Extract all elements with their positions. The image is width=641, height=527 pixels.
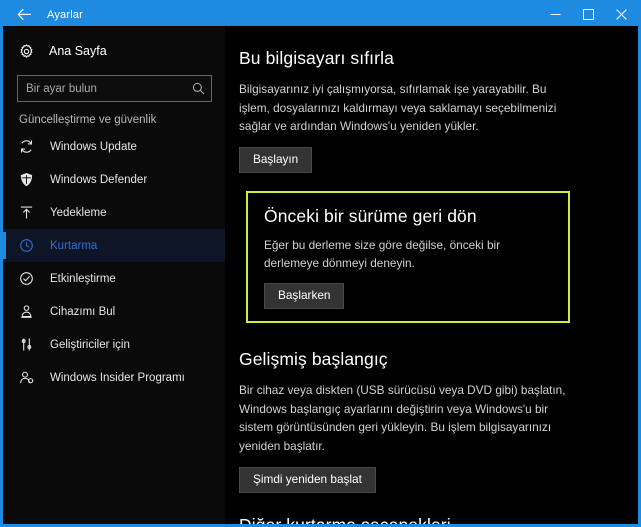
sidebar-label: Windows Defender <box>50 173 148 186</box>
check-circle-icon <box>19 271 45 286</box>
sidebar-label: Etkinleştirme <box>50 272 116 285</box>
window-title: Ayarlar <box>47 8 84 21</box>
sidebar-item-etkinlestirme[interactable]: Etkinleştirme <box>3 262 225 295</box>
shield-icon <box>19 172 45 187</box>
window-controls <box>539 3 638 26</box>
close-button[interactable] <box>605 3 638 26</box>
title-bar: Ayarlar <box>3 3 638 26</box>
back-arrow-icon <box>16 8 32 21</box>
section-description: Eğer bu derleme size göre değilse, öncek… <box>264 237 501 271</box>
sidebar: Ana Sayfa Güncelleştirme ve güvenlik <box>3 26 225 524</box>
minimize-button[interactable] <box>539 3 572 26</box>
section-advanced-startup: Gelişmiş başlangıç Bir cihaz veya diskte… <box>239 349 616 493</box>
sidebar-label: Kurtarma <box>50 239 98 252</box>
settings-window: Ayarlar Ana Sayfa Bir ayar bulun Güncell… <box>0 0 641 527</box>
maximize-icon <box>583 9 594 20</box>
section-reset-pc: Bu bilgisayarı sıfırla Bilgisayarınız iy… <box>239 48 616 173</box>
close-icon <box>616 9 627 20</box>
sidebar-home-label: Ana Sayfa <box>49 44 107 58</box>
sidebar-label: Windows Update <box>50 140 137 153</box>
maximize-button[interactable] <box>572 3 605 26</box>
sidebar-label: Windows Insider Programı <box>50 371 185 384</box>
sidebar-group-title: Güncelleştirme ve güvenlik <box>19 114 157 126</box>
sidebar-item-windows-insider-programi[interactable]: Windows Insider Programı <box>3 361 225 394</box>
section-description: Bir cihaz veya diskten (USB sürücüsü vey… <box>239 383 566 453</box>
section-title: Önceki bir sürüme geri dön <box>264 205 477 226</box>
main-content: Bu bilgisayarı sıfırla Bilgisayarınız iy… <box>225 26 638 524</box>
clock-history-icon <box>19 238 45 253</box>
section-title: Bu bilgisayarı sıfırla <box>239 48 394 68</box>
sidebar-item-cihazimi-bul[interactable]: Cihazımı Bul <box>3 295 225 328</box>
search-box[interactable] <box>17 75 212 102</box>
sidebar-label: Cihazımı Bul <box>50 305 116 318</box>
sidebar-label: Geliştiriciler için <box>50 338 130 351</box>
find-device-icon <box>19 304 45 319</box>
sidebar-item-windows-defender[interactable]: Windows Defender <box>3 163 225 196</box>
sync-icon <box>19 139 45 154</box>
search-icon[interactable] <box>185 82 211 95</box>
minimize-icon <box>550 9 561 20</box>
section-title: Diğer kurtarma seçenekleri <box>239 515 616 524</box>
restart-now-button[interactable]: Şimdi yeniden başlat <box>239 466 376 493</box>
go-back-start-button[interactable]: Başlarken <box>264 283 345 310</box>
section-description: Bilgisayarınız iyi çalışmıyorsa, sıfırla… <box>239 82 557 134</box>
sidebar-item-home[interactable]: Ana Sayfa <box>3 36 225 66</box>
sidebar-item-kurtarma[interactable]: Kurtarma <box>3 229 225 262</box>
section-title: Gelişmiş başlangıç <box>239 349 388 370</box>
sidebar-label: Yedekleme <box>50 206 107 219</box>
section-other-recovery-options: Diğer kurtarma seçenekleri Temiz bir Win… <box>239 515 616 524</box>
search-input[interactable] <box>18 81 185 96</box>
sidebar-item-gelistiriciler-icin[interactable]: Geliştiriciler için <box>3 328 225 361</box>
upload-arrow-icon <box>19 205 45 220</box>
gear-icon <box>19 43 45 59</box>
developer-tools-icon <box>19 337 45 352</box>
person-badge-icon <box>19 370 45 385</box>
window-body: Ana Sayfa Güncelleştirme ve güvenlik <box>3 26 638 524</box>
reset-pc-start-button[interactable]: Başlayın <box>239 146 313 173</box>
section-go-back-previous-version: Önceki bir sürüme geri dön Eğer bu derle… <box>246 190 570 324</box>
sidebar-item-yedekleme[interactable]: Yedekleme <box>3 196 225 229</box>
sidebar-item-windows-update[interactable]: Windows Update <box>3 130 225 163</box>
back-button[interactable] <box>3 3 45 26</box>
